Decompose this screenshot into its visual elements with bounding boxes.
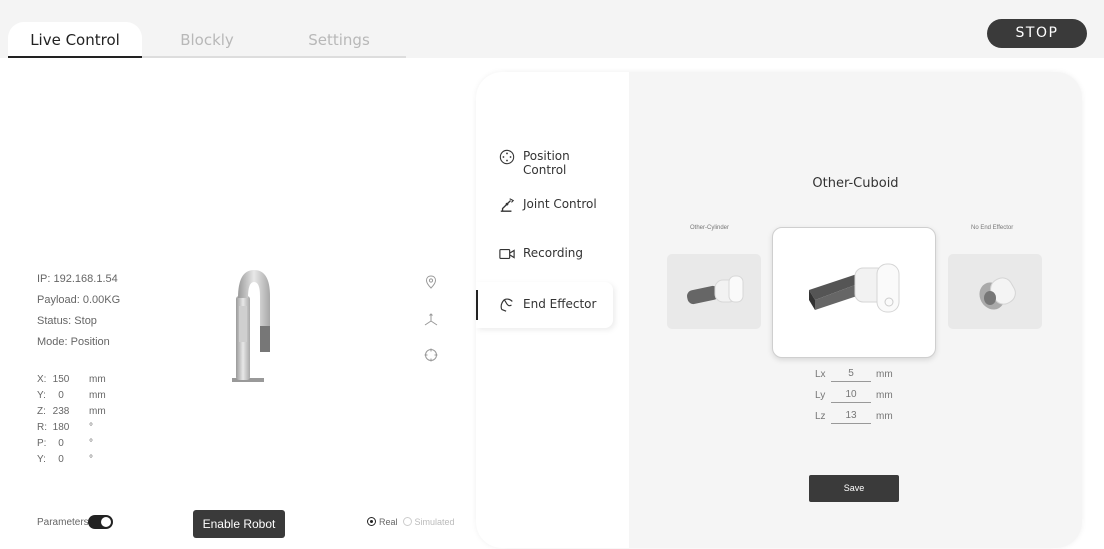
end-effector-title: Other-Cuboid xyxy=(812,176,899,191)
mode-radio-group: Real Simulated xyxy=(367,516,460,527)
location-pin-icon[interactable] xyxy=(424,275,438,289)
coord-value: 0 xyxy=(58,390,64,401)
coord-axis: Y: xyxy=(37,454,46,465)
simulated-label[interactable]: Simulated xyxy=(415,517,455,527)
nav-recording[interactable]: Recording xyxy=(476,231,613,277)
video-camera-icon xyxy=(499,248,515,260)
robot-arm-icon xyxy=(500,198,515,212)
coord-value: 0 xyxy=(58,454,64,465)
control-nav: Position Control Joint Control Recording… xyxy=(476,72,629,548)
nav-joint-control[interactable]: Joint Control xyxy=(476,182,613,228)
coord-unit: mm xyxy=(89,390,106,401)
robot-ip: IP: 192.168.1.54 xyxy=(37,273,118,285)
coord-unit: mm xyxy=(89,406,106,417)
save-button[interactable]: Save xyxy=(809,475,899,502)
dim-label: Lx xyxy=(815,369,826,380)
cylinder-effector-image xyxy=(687,275,744,305)
robot-mode: Mode: Position xyxy=(37,336,110,348)
end-effector-card: Position Control Joint Control Recording… xyxy=(476,72,1082,548)
real-label[interactable]: Real xyxy=(379,517,398,527)
dim-input[interactable]: 13 xyxy=(831,410,871,424)
parameters-label: Parameters xyxy=(37,517,89,528)
tab-live-control[interactable]: Live Control xyxy=(8,22,142,58)
dim-input[interactable]: 10 xyxy=(831,389,871,403)
coord-value: 180 xyxy=(52,422,70,433)
coord-axis: P: xyxy=(37,438,47,449)
gripper-icon xyxy=(500,298,513,312)
coord-unit: ° xyxy=(89,454,93,465)
cuboid-effector-image xyxy=(809,263,900,313)
right-option-label: No End Effector xyxy=(971,225,1014,231)
cylinder-option[interactable] xyxy=(667,254,761,329)
dpad-icon xyxy=(499,149,515,165)
dim-input[interactable]: 5 xyxy=(831,368,871,382)
tab-blockly[interactable]: Blockly xyxy=(140,22,274,58)
coord-value: 0 xyxy=(58,438,64,449)
coord-unit: ° xyxy=(89,438,93,449)
axes-icon[interactable] xyxy=(424,313,438,327)
dim-unit: mm xyxy=(876,411,893,422)
robot-payload: Payload: 0.00KG xyxy=(37,294,121,306)
nav-position-control[interactable]: Position Control xyxy=(476,134,613,180)
nav-label: Position Control xyxy=(523,149,570,177)
nav-end-effector[interactable]: End Effector xyxy=(476,282,613,328)
nav-label: Recording xyxy=(523,246,584,260)
flange-image xyxy=(979,277,1016,310)
real-radio[interactable] xyxy=(367,517,376,527)
coord-value: 150 xyxy=(52,374,70,385)
parameters-toggle[interactable] xyxy=(88,515,113,529)
left-option-label: Other-Cylinder xyxy=(690,225,730,231)
tab-settings[interactable]: Settings xyxy=(272,22,406,58)
enable-robot-button[interactable]: Enable Robot xyxy=(193,510,285,538)
coord-axis: Z: xyxy=(37,406,46,417)
simulated-radio[interactable] xyxy=(402,517,412,527)
coord-value: 238 xyxy=(52,406,70,417)
cuboid-option-selected[interactable] xyxy=(772,227,936,358)
tab-active-indicator xyxy=(8,56,142,58)
robot-status: Status: Stop xyxy=(37,315,97,327)
stop-button[interactable]: STOP xyxy=(987,19,1087,48)
dim-unit: mm xyxy=(876,369,893,380)
no-effector-option[interactable] xyxy=(948,254,1042,329)
toggle-knob xyxy=(101,517,111,527)
robot-arm-model[interactable] xyxy=(228,266,278,388)
crosshair-icon[interactable] xyxy=(424,348,438,362)
nav-label: Joint Control xyxy=(523,197,597,211)
coord-unit: ° xyxy=(89,422,93,433)
coord-axis: R: xyxy=(37,422,47,433)
dim-label: Ly xyxy=(815,390,826,401)
coord-axis: Y: xyxy=(37,390,46,401)
coord-axis: X: xyxy=(37,374,47,385)
coord-unit: mm xyxy=(89,374,106,385)
dim-label: Lz xyxy=(815,411,826,422)
dim-unit: mm xyxy=(876,390,893,401)
nav-label: End Effector xyxy=(523,297,597,311)
